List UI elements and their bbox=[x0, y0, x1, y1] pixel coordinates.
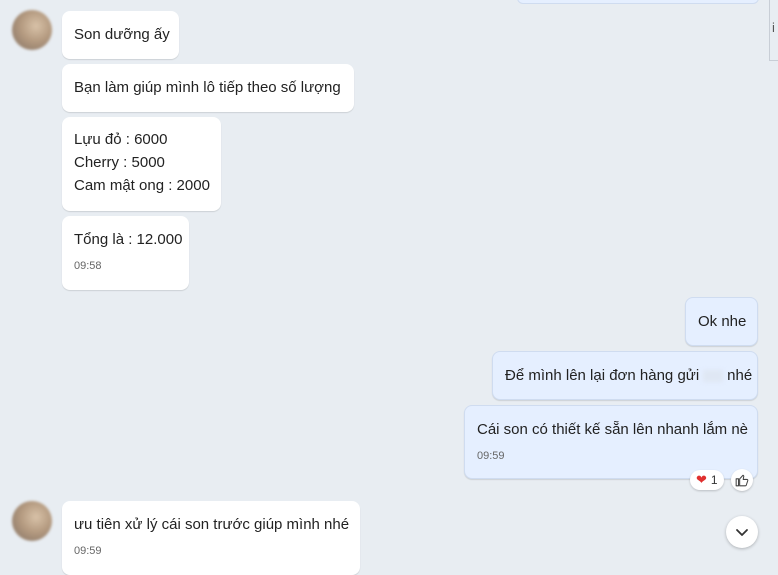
thumbs-up-icon bbox=[735, 474, 749, 487]
message-text: ưu tiên xử lý cái son trước giúp mình nh… bbox=[74, 516, 350, 533]
message-text: Ok nhe bbox=[698, 313, 747, 330]
message-timestamp: 09:58 bbox=[74, 260, 102, 272]
message-bubble[interactable]: Bạn làm giúp mình lô tiếp theo số lượng bbox=[62, 64, 354, 112]
message-text: Để mình lên lại đơn hàng gửi bbox=[505, 367, 700, 384]
message-bubble[interactable]: Lựu đỏ : 6000 Cherry : 5000 Cam mật ong … bbox=[62, 117, 221, 211]
like-button[interactable] bbox=[731, 469, 753, 491]
message-timestamp: 09:59 bbox=[74, 545, 102, 557]
chat-area: i Son dưỡng ấy Bạn làm giúp mình lô tiếp… bbox=[0, 0, 778, 575]
message-timestamp: 09:59 bbox=[477, 450, 505, 462]
panel-divider-horizontal bbox=[769, 60, 778, 61]
chevron-down-icon bbox=[736, 529, 748, 536]
scroll-to-bottom-button[interactable] bbox=[726, 516, 758, 548]
heart-icon: ❤ bbox=[696, 472, 707, 487]
message-bubble[interactable]: Tổng là : 12.000 09:58 bbox=[62, 216, 189, 290]
redacted-word bbox=[703, 370, 724, 383]
reaction-count: 1 bbox=[710, 473, 718, 487]
previous-message-bubble bbox=[517, 0, 759, 4]
message-bubble-outgoing[interactable]: Ok nhe bbox=[685, 297, 758, 346]
message-bubble[interactable]: Son dưỡng ấy bbox=[62, 11, 179, 59]
message-text: Cái son có thiết kế sẵn lên nhanh lắm nè bbox=[477, 421, 749, 438]
message-text: nhé bbox=[727, 367, 753, 384]
message-line: Lựu đỏ : 6000 bbox=[74, 131, 168, 148]
avatar[interactable] bbox=[12, 10, 52, 50]
message-line: Cherry : 5000 bbox=[74, 154, 165, 171]
reaction-badge[interactable]: ❤ 1 bbox=[690, 470, 724, 490]
message-text: Tổng là : 12.000 bbox=[74, 231, 183, 248]
panel-divider bbox=[769, 0, 770, 60]
message-bubble-outgoing[interactable]: Để mình lên lại đơn hàng gửi nhé bbox=[492, 351, 758, 400]
message-text: Bạn làm giúp mình lô tiếp theo số lượng bbox=[74, 79, 341, 96]
message-text: Son dưỡng ấy bbox=[74, 26, 170, 43]
message-bubble[interactable]: ưu tiên xử lý cái son trước giúp mình nh… bbox=[62, 501, 360, 575]
partial-side-text: i bbox=[772, 20, 775, 35]
message-bubble-outgoing[interactable]: Cái son có thiết kế sẵn lên nhanh lắm nè… bbox=[464, 405, 758, 479]
message-line: Cam mật ong : 2000 bbox=[74, 177, 210, 194]
avatar[interactable] bbox=[12, 501, 52, 541]
